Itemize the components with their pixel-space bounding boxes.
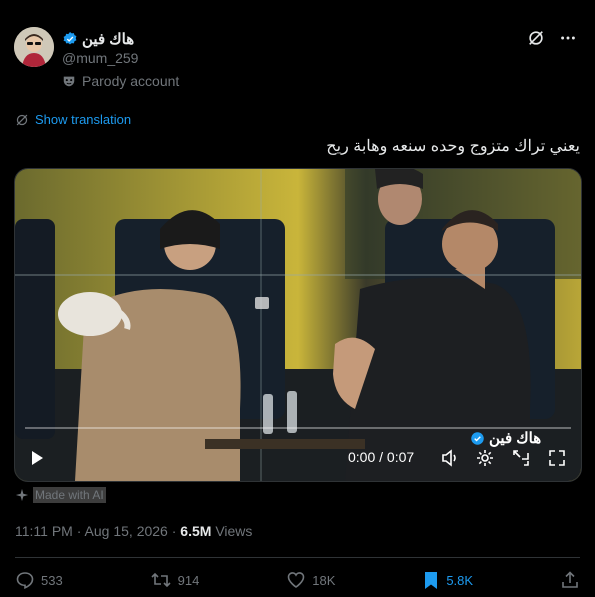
picture-in-picture-icon[interactable] <box>511 448 531 468</box>
video-player[interactable]: هاك فين 0:00 / 0:07 <box>14 168 582 482</box>
post-actions-bar: 533 914 18K 5.8K <box>15 570 580 590</box>
translate-icon <box>15 113 29 127</box>
volume-icon[interactable] <box>440 448 460 468</box>
mask-icon <box>62 74 76 88</box>
reply-icon <box>15 570 35 590</box>
post-time[interactable]: 11:11 PM <box>15 523 73 539</box>
show-translation-link[interactable]: Show translation <box>15 112 131 127</box>
like-count: 18K <box>312 572 336 588</box>
bookmark-button[interactable]: 5.8K <box>422 570 473 590</box>
like-button[interactable]: 18K <box>286 570 335 590</box>
bookmark-icon <box>422 570 440 590</box>
display-name[interactable]: هاك فين <box>62 30 134 48</box>
video-watermark: هاك فين <box>470 429 541 447</box>
parody-label: Parody account <box>62 73 179 89</box>
fullscreen-icon[interactable] <box>547 448 567 468</box>
repost-button[interactable]: 914 <box>150 570 200 590</box>
share-button[interactable] <box>560 570 580 590</box>
repost-icon <box>150 570 172 590</box>
views-label: Views <box>215 523 253 539</box>
made-with-ai-label[interactable]: Made with AI <box>15 487 106 503</box>
verified-badge-icon <box>62 31 78 47</box>
video-watermark-text: هاك فين <box>489 430 542 447</box>
display-name-text: هاك فين <box>82 31 135 48</box>
post-header-actions <box>527 29 577 47</box>
play-icon[interactable] <box>29 449 45 467</box>
post-text: يعني تراك متزوج وحده سنعه وهابة ريح <box>326 138 580 155</box>
video-time: 0:00 / 0:07 <box>348 449 415 465</box>
repost-count: 914 <box>177 572 200 588</box>
parody-label-text: Parody account <box>82 73 180 89</box>
bookmark-count: 5.8K <box>446 572 474 588</box>
meta-separator: · <box>171 523 177 539</box>
settings-gear-icon[interactable] <box>475 448 495 468</box>
show-translation-label: Show translation <box>35 112 132 127</box>
reply-count: 533 <box>41 572 63 588</box>
share-icon <box>560 570 580 590</box>
reply-button[interactable]: 533 <box>15 570 63 590</box>
post-metadata: 11:11 PM · Aug 15, 2026 · 6.5M Views <box>15 523 252 539</box>
watermark-verified-icon <box>470 431 485 446</box>
post-date[interactable]: Aug 15, 2026 <box>85 523 168 539</box>
avatar[interactable] <box>14 27 54 67</box>
divider <box>15 557 580 558</box>
made-with-ai-text: Made with AI <box>33 487 106 503</box>
user-handle[interactable]: @mum_259 <box>62 50 138 66</box>
views-count: 6.5M <box>180 523 212 539</box>
more-options-icon[interactable] <box>559 29 577 47</box>
grok-icon[interactable] <box>527 29 545 47</box>
heart-icon <box>286 570 306 590</box>
meta-separator: · <box>76 523 82 539</box>
sparkle-icon <box>15 488 29 502</box>
